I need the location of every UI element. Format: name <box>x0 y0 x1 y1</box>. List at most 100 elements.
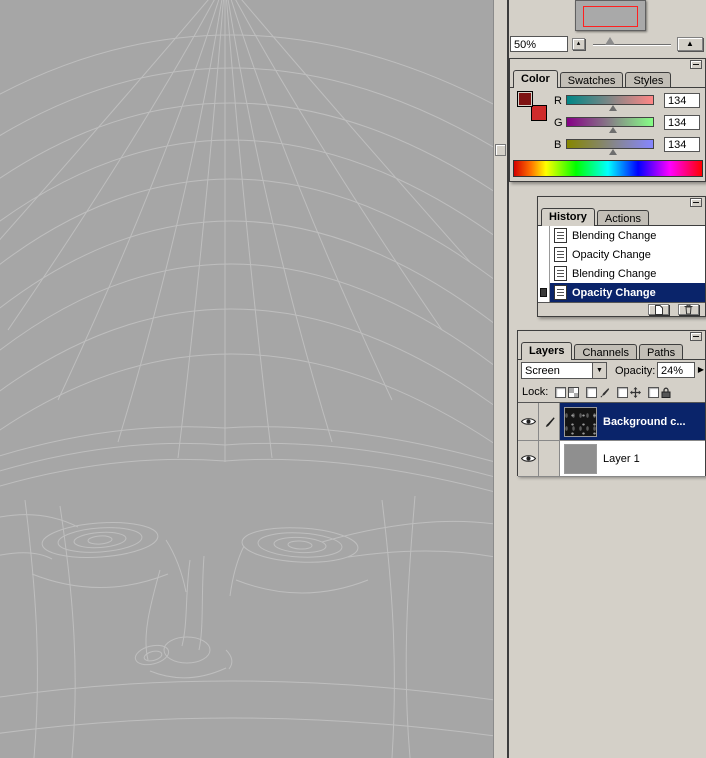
layers-panel-tabs: Layers Channels Paths <box>518 342 705 360</box>
dropdown-arrow-icon[interactable]: ▼ <box>592 363 606 378</box>
history-state-selected[interactable]: Opacity Change <box>538 283 705 302</box>
background-color-swatch[interactable] <box>531 105 547 121</box>
history-state-icon <box>554 247 567 262</box>
paintbrush-icon <box>599 387 610 398</box>
color-spectrum-bar[interactable] <box>513 160 703 177</box>
history-source-icon <box>540 288 547 297</box>
paintbrush-icon <box>543 416 555 428</box>
history-state[interactable]: Blending Change <box>538 264 705 283</box>
history-source-well[interactable] <box>538 226 550 245</box>
layer-thumbnail[interactable] <box>564 407 597 437</box>
blue-channel-row: B 134 <box>554 137 704 153</box>
layer-thumbnail[interactable] <box>564 444 597 474</box>
color-swatches <box>517 91 547 121</box>
history-state-icon <box>554 228 567 243</box>
foreground-color-swatch[interactable] <box>517 91 533 107</box>
new-document-icon <box>655 305 663 315</box>
red-channel-row: R 134 <box>554 93 704 109</box>
red-channel-slider[interactable] <box>566 95 654 105</box>
lock-label: Lock: <box>522 386 548 398</box>
history-source-well[interactable] <box>538 245 550 264</box>
panel-dock: 50% ▴ ▲ Color Swatches Styles R 134 G <box>509 0 706 758</box>
scrollbar-thumb[interactable] <box>495 144 506 156</box>
layer-name-area: Layer 1 <box>560 441 705 476</box>
blue-channel-slider[interactable] <box>566 139 654 149</box>
tab-color[interactable]: Color <box>513 70 558 88</box>
navigator-view-rectangle[interactable] <box>583 6 638 27</box>
history-source-well[interactable] <box>538 264 550 283</box>
opacity-popup-arrow[interactable]: ▶ <box>696 364 706 376</box>
history-panel: History Actions Blending Change Opacity … <box>537 196 706 317</box>
blend-mode-value: Screen <box>522 365 592 377</box>
history-state-icon <box>554 285 567 300</box>
layer-row[interactable]: Layer 1 <box>518 441 705 477</box>
delete-state-button[interactable] <box>678 304 699 315</box>
history-state-list: Blending Change Opacity Change Blending … <box>538 226 705 304</box>
zoom-out-button[interactable]: ▴ <box>572 38 585 50</box>
history-state-label: Blending Change <box>572 230 656 242</box>
canvas-vertical-scrollbar[interactable] <box>493 0 509 758</box>
document-canvas[interactable] <box>0 0 493 758</box>
navigator-zoom-input[interactable]: 50% <box>510 36 568 52</box>
layers-panel-header <box>518 331 705 342</box>
red-channel-label: R <box>554 95 562 107</box>
layer-name: Background c... <box>603 416 686 428</box>
wireframe-face-image <box>0 0 493 758</box>
tab-layers[interactable]: Layers <box>521 342 572 360</box>
move-icon <box>630 387 641 398</box>
eye-icon <box>521 454 536 463</box>
history-source-well[interactable] <box>538 283 550 302</box>
lock-image-checkbox[interactable] <box>586 387 597 398</box>
red-slider-thumb[interactable] <box>609 105 617 111</box>
new-document-from-state-button[interactable] <box>648 304 669 315</box>
panel-minimize-button[interactable] <box>690 198 702 207</box>
tab-paths[interactable]: Paths <box>639 344 683 360</box>
green-slider-thumb[interactable] <box>609 127 617 133</box>
checkerboard-icon <box>568 387 579 398</box>
color-panel-tabs: Color Swatches Styles <box>510 70 705 88</box>
green-value-input[interactable]: 134 <box>664 115 700 130</box>
layer-name-area: Background c... <box>560 403 705 440</box>
visibility-toggle[interactable] <box>518 403 539 440</box>
tab-styles[interactable]: Styles <box>625 72 671 88</box>
lock-position-checkbox[interactable] <box>617 387 628 398</box>
zoom-slider-thumb[interactable] <box>605 37 615 45</box>
history-panel-tabs: History Actions <box>538 208 705 226</box>
tab-swatches[interactable]: Swatches <box>560 72 624 88</box>
tab-history[interactable]: History <box>541 208 595 226</box>
history-state[interactable]: Blending Change <box>538 226 705 245</box>
panel-minimize-button[interactable] <box>690 60 702 69</box>
layer-name: Layer 1 <box>603 453 640 465</box>
blue-value-input[interactable]: 134 <box>664 137 700 152</box>
history-state[interactable]: Opacity Change <box>538 245 705 264</box>
green-channel-row: G 134 <box>554 115 704 131</box>
layer-row-selected[interactable]: Background c... <box>518 403 705 441</box>
red-value-input[interactable]: 134 <box>664 93 700 108</box>
blend-mode-select[interactable]: Screen ▼ <box>521 362 607 379</box>
opacity-label: Opacity: <box>615 365 655 377</box>
history-panel-footer <box>538 302 705 316</box>
lock-all-checkbox[interactable] <box>648 387 659 398</box>
navigator-zoom-slider[interactable] <box>593 44 671 46</box>
blue-slider-thumb[interactable] <box>609 149 617 155</box>
trash-icon <box>684 304 693 315</box>
navigator-preview <box>575 0 646 31</box>
opacity-input[interactable]: 24% <box>657 362 695 378</box>
history-state-label: Blending Change <box>572 268 656 280</box>
panel-minimize-button[interactable] <box>690 332 702 341</box>
tab-channels[interactable]: Channels <box>574 344 636 360</box>
history-state-icon <box>554 266 567 281</box>
green-channel-label: G <box>554 117 563 129</box>
lock-transparency-checkbox[interactable] <box>555 387 566 398</box>
layer-list: Background c... Layer 1 <box>518 402 705 477</box>
link-indicator-empty[interactable] <box>539 441 560 476</box>
layers-panel: Layers Channels Paths Screen ▼ Opacity: … <box>517 330 706 476</box>
history-panel-header <box>538 197 705 208</box>
history-state-label: Opacity Change <box>572 287 656 299</box>
zoom-in-button[interactable]: ▲ <box>677 37 703 51</box>
visibility-toggle[interactable] <box>518 441 539 476</box>
color-panel-body: R 134 G 134 B 134 <box>510 88 705 182</box>
green-channel-slider[interactable] <box>566 117 654 127</box>
active-paint-indicator <box>539 403 560 440</box>
tab-actions[interactable]: Actions <box>597 210 649 226</box>
